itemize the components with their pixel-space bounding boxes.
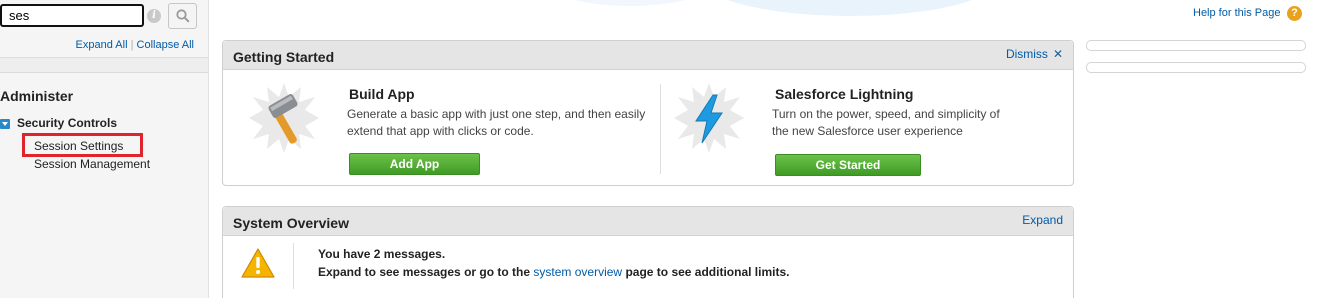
card-title: Salesforce Lightning bbox=[775, 86, 914, 102]
hint-prefix: Expand to see messages or go to the bbox=[318, 265, 531, 279]
dismiss-label: Dismiss bbox=[1005, 47, 1048, 61]
tree-item-session-settings[interactable]: Session Settings bbox=[22, 133, 143, 157]
background-cloud bbox=[540, 0, 720, 6]
panel-title: Getting Started bbox=[233, 49, 335, 65]
quick-find-input[interactable] bbox=[0, 4, 144, 27]
right-rail-bar bbox=[1086, 40, 1306, 51]
right-rail-bar bbox=[1086, 62, 1306, 73]
link-separator: | bbox=[130, 39, 134, 51]
messages-count-text: You have 2 messages. bbox=[318, 247, 446, 261]
lightning-icon bbox=[674, 83, 744, 153]
dismiss-link[interactable]: Dismiss ✕ bbox=[1006, 47, 1063, 61]
panel-title: System Overview bbox=[233, 215, 349, 231]
quick-find-search: i bbox=[0, 2, 198, 29]
system-overview-link[interactable]: system overview bbox=[533, 265, 622, 279]
messages-hint-text: Expand to see messages or go to the syst… bbox=[318, 265, 789, 279]
hammer-icon bbox=[249, 83, 319, 153]
info-icon[interactable]: i bbox=[147, 9, 161, 23]
help-icon[interactable]: ? bbox=[1287, 6, 1302, 21]
card-title: Build App bbox=[349, 86, 415, 102]
search-icon bbox=[176, 9, 190, 23]
hint-suffix: page to see additional limits. bbox=[625, 265, 790, 279]
section-title-administer: Administer bbox=[0, 88, 74, 104]
panel-header: System Overview Expand bbox=[223, 207, 1073, 236]
card-description: Generate a basic app with just one step,… bbox=[347, 107, 646, 138]
salesforce-lightning-card: Salesforce Lightning Turn on the power, … bbox=[660, 83, 1074, 176]
get-started-button[interactable]: Get Started bbox=[775, 154, 921, 176]
panel-header: Getting Started Dismiss ✕ bbox=[223, 41, 1073, 70]
tree-item-security-controls[interactable]: Security Controls bbox=[17, 116, 117, 130]
card-description: Turn on the power, speed, and simplicity… bbox=[772, 107, 1000, 138]
setup-sidebar: i Expand All | Collapse All Administer S… bbox=[0, 0, 209, 298]
system-overview-panel: System Overview Expand You have 2 messag… bbox=[222, 206, 1074, 298]
add-app-button[interactable]: Add App bbox=[349, 153, 480, 175]
collapse-all-link[interactable]: Collapse All bbox=[137, 39, 194, 51]
collapse-toggle-icon[interactable] bbox=[0, 119, 10, 129]
expand-collapse-links: Expand All | Collapse All bbox=[76, 39, 194, 51]
sidebar-divider bbox=[0, 57, 208, 73]
build-app-card: Build App Generate a basic app with just… bbox=[223, 70, 660, 186]
tree-item-session-management[interactable]: Session Management bbox=[34, 157, 150, 171]
background-cloud bbox=[700, 0, 1000, 16]
divider bbox=[293, 243, 294, 289]
close-icon: ✕ bbox=[1052, 47, 1063, 61]
warning-icon bbox=[241, 248, 275, 281]
search-button[interactable] bbox=[168, 3, 197, 29]
expand-all-link[interactable]: Expand All bbox=[76, 39, 128, 51]
help-for-this-page-link[interactable]: Help for this Page bbox=[1193, 7, 1280, 19]
getting-started-panel: Getting Started Dismiss ✕ Build App Gener… bbox=[222, 40, 1074, 186]
expand-link[interactable]: Expand bbox=[1022, 213, 1063, 227]
